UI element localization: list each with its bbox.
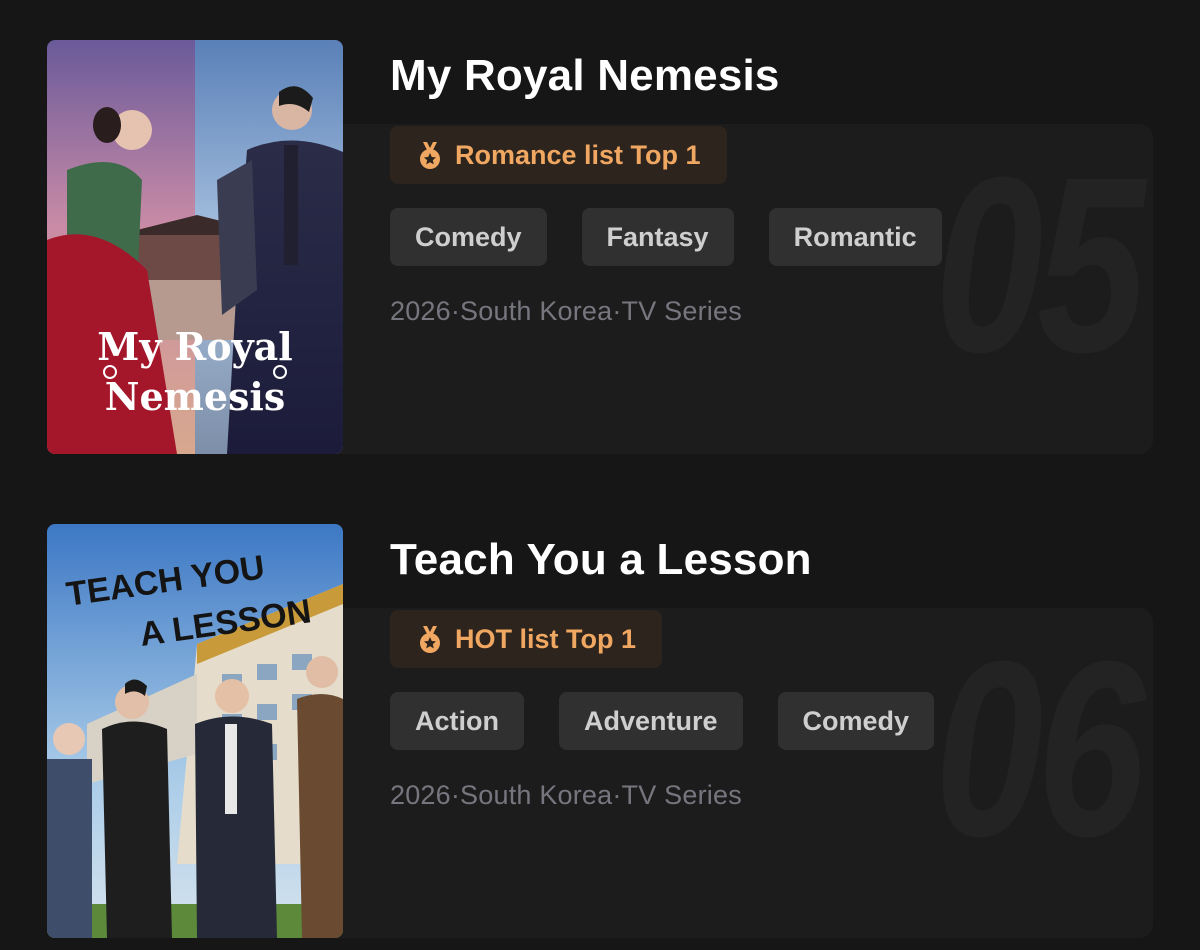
drama-ranking-list: 05 My Royal Nemesis My Royal Nemesis Rom… xyxy=(0,0,1200,950)
drama-info: My Royal Nemesis Romance list Top 1 Come… xyxy=(390,40,1153,327)
genre-tag[interactable]: Fantasy xyxy=(581,208,734,266)
poster-image[interactable]: My Royal Nemesis xyxy=(47,40,343,454)
poster-image[interactable]: TEACH YOU A LESSON xyxy=(47,524,343,938)
genre-tag[interactable]: Adventure xyxy=(559,692,743,750)
genre-tag[interactable]: Romantic xyxy=(768,208,942,266)
genre-tags: Comedy Fantasy Romantic xyxy=(390,208,1153,266)
drama-card[interactable]: 05 My Royal Nemesis My Royal Nemesis Rom… xyxy=(47,40,1153,454)
award-label: HOT list Top 1 xyxy=(455,623,636,654)
drama-card[interactable]: 06 TEACH YOU A LESSON Teach You a Lesson… xyxy=(47,524,1153,938)
genre-tag[interactable]: Comedy xyxy=(777,692,935,750)
poster-title-line1: My Royal xyxy=(97,324,292,369)
drama-info: Teach You a Lesson HOT list Top 1 Action… xyxy=(390,524,1153,811)
genre-tag[interactable]: Comedy xyxy=(390,208,547,266)
award-label: Romance list Top 1 xyxy=(455,139,701,170)
poster-title-line2: Nemesis xyxy=(105,374,286,419)
drama-meta: 2026·South Korea·TV Series xyxy=(390,296,742,326)
award-badge[interactable]: HOT list Top 1 xyxy=(390,610,662,668)
medal-icon xyxy=(417,140,443,170)
award-badge[interactable]: Romance list Top 1 xyxy=(390,126,727,184)
genre-tags: Action Adventure Comedy xyxy=(390,692,1153,750)
medal-icon xyxy=(417,624,443,654)
drama-title[interactable]: My Royal Nemesis xyxy=(390,50,1153,102)
drama-title[interactable]: Teach You a Lesson xyxy=(390,534,1153,586)
genre-tag[interactable]: Action xyxy=(390,692,524,750)
drama-meta: 2026·South Korea·TV Series xyxy=(390,780,742,810)
